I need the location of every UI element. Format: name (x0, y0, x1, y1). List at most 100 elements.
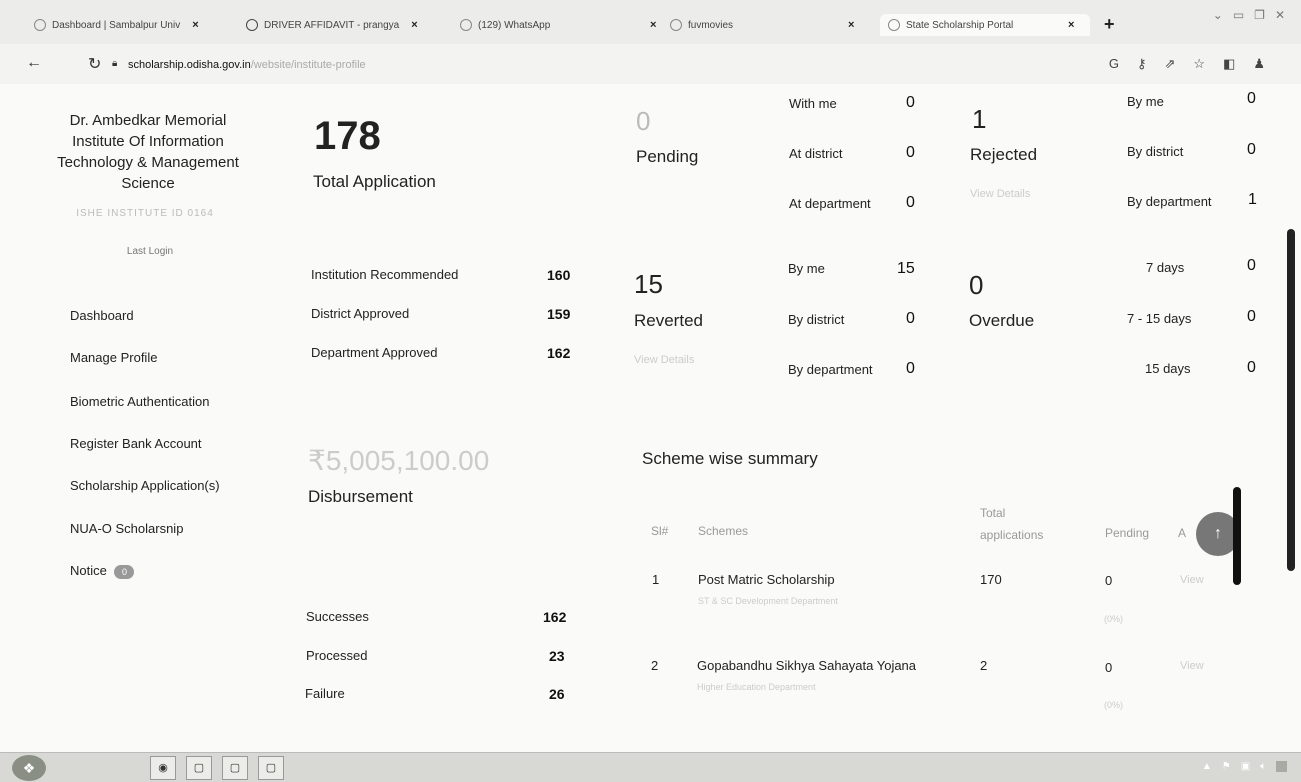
app-icon: ▢ (229, 762, 241, 774)
globe-icon (34, 19, 46, 31)
approval-value: 159 (547, 306, 571, 322)
tab-title: State Scholarship Portal (906, 19, 1014, 31)
pending-row-value: 0 (906, 194, 915, 211)
payment-value: 23 (549, 648, 565, 664)
rejected-label: Rejected (970, 145, 1038, 164)
pending-label: Pending (636, 147, 699, 166)
app-icon: ▢ (265, 762, 277, 774)
last-login: Last Login (126, 246, 174, 257)
pending-row-value: 0 (906, 94, 915, 111)
notice-count-badge: 0 (114, 564, 135, 579)
taskbar-app-button[interactable]: ▢ (258, 756, 284, 780)
back-arrow-icon[interactable]: ← (26, 54, 42, 72)
rejected-row-label: By department (1127, 194, 1212, 209)
total-applications-count: 178 (314, 114, 381, 158)
sidebar-item-dashboard[interactable]: Dashboard (70, 308, 134, 323)
rejected-view-details-link[interactable]: View Details (970, 188, 1030, 200)
tab-state-scholarship-portal[interactable]: State Scholarship Portal × (880, 14, 1090, 36)
payment-label: Processed (306, 648, 368, 663)
tab-fuvmovies[interactable]: fuvmovies × (670, 14, 866, 36)
tab-title: DRIVER AFFIDAVIT - prangya (264, 19, 400, 31)
tray-arrow-icon[interactable]: ▲ (1202, 761, 1212, 772)
scheme-name: Post Matric Scholarship (698, 572, 835, 587)
reverted-row-label: By district (788, 312, 845, 327)
flag-icon[interactable]: ⚑ (1222, 761, 1231, 772)
minimize-icon[interactable]: ▭ (1233, 8, 1244, 22)
rejected-row-label: By district (1127, 144, 1184, 159)
volume-icon[interactable]: 🔈︎ (1260, 761, 1266, 772)
star-icon[interactable]: ☆ (1193, 56, 1205, 72)
taskbar: ❖ ◉ ▢ ▢ ▢ ▲ ⚑ ▣ 🔈︎ (0, 752, 1301, 782)
profile-icon[interactable]: ♟ (1253, 56, 1265, 72)
dashboard-page: Dr. Ambedkar Memorial Institute Of Infor… (0, 84, 1301, 752)
taskbar-app-button[interactable]: ▢ (186, 756, 212, 780)
url-field[interactable]: scholarship.odisha.gov.in/website/instit… (128, 59, 366, 71)
scheme-pending-percent: (0%) (1104, 614, 1124, 624)
tab-title: fuvmovies (688, 19, 734, 31)
key-icon[interactable]: ⚷ (1137, 56, 1147, 72)
scheme-total: 2 (980, 658, 988, 673)
scheme-view-link[interactable]: View (1180, 660, 1204, 672)
institute-name: Dr. Ambedkar Memorial Institute Of Infor… (57, 112, 239, 192)
reverted-row-value: 0 (906, 360, 915, 377)
sidebar-item-notice[interactable]: Notice 0 (70, 563, 135, 579)
lock-icon[interactable]: 🔒︎ (112, 58, 117, 69)
start-button[interactable]: ❖ (12, 755, 46, 781)
tab-whatsapp[interactable]: (129) WhatsApp × (460, 14, 660, 36)
tab-gmail-affidavit[interactable]: DRIVER AFFIDAVIT - prangya × (246, 14, 446, 36)
close-tab-icon[interactable]: × (1068, 19, 1074, 31)
close-tab-icon[interactable]: × (411, 19, 417, 31)
overdue-label: Overdue (969, 311, 1035, 330)
network-icon[interactable]: ▣ (1241, 761, 1250, 772)
app-icon: ▢ (193, 762, 205, 774)
sidebar-item-biometric-authentication[interactable]: Biometric Authentication (70, 394, 209, 409)
rejected-row-value: 0 (1247, 90, 1256, 107)
taskbar-app-button[interactable]: ▢ (222, 756, 248, 780)
approval-label: Department Approved (311, 345, 438, 360)
close-tab-icon[interactable]: × (848, 19, 854, 31)
close-window-icon[interactable]: ✕ (1275, 8, 1285, 22)
approval-label: Institution Recommended (311, 267, 459, 282)
reverted-view-details-link[interactable]: View Details (634, 354, 694, 366)
rejected-row-label: By me (1127, 94, 1164, 109)
sidebar-item-nua-o-scholarship[interactable]: NUA-O Scholarsnip (70, 521, 183, 536)
sidebar-item-register-bank-account[interactable]: Register Bank Account (70, 436, 202, 451)
overdue-row-label: 15 days (1145, 361, 1191, 376)
pending-row-value: 0 (906, 144, 915, 161)
translate-icon[interactable]: G (1109, 56, 1119, 72)
reverted-row-value: 15 (897, 260, 915, 277)
new-tab-button[interactable]: + (1104, 14, 1115, 35)
disbursement-amount: ₹5,005,100.00 (308, 445, 490, 476)
reverted-count: 15 (634, 269, 663, 299)
close-tab-icon[interactable]: × (650, 19, 656, 31)
scheme-pending-percent: (0%) (1104, 700, 1124, 710)
sidebar-item-scholarship-applications[interactable]: Scholarship Application(s) (70, 478, 220, 493)
payment-value: 26 (549, 686, 565, 702)
close-tab-icon[interactable]: × (192, 19, 198, 31)
sidebar-item-manage-profile[interactable]: Manage Profile (70, 350, 157, 365)
column-header-total-applications: Total applications (980, 506, 1044, 542)
column-header-action: A (1178, 526, 1187, 540)
approval-label: District Approved (311, 306, 410, 321)
share-icon[interactable]: ⇗ (1164, 56, 1175, 72)
table-scrollbar[interactable] (1233, 487, 1241, 585)
sidebar-panel-icon[interactable]: ◧ (1223, 56, 1235, 72)
page-scrollbar[interactable] (1287, 229, 1295, 571)
scheme-pending: 0 (1105, 660, 1113, 675)
emblem-icon (888, 19, 900, 31)
browser-tab-bar: Dashboard | Sambalpur Univ × DRIVER AFFI… (0, 0, 1301, 44)
clock[interactable] (1276, 761, 1287, 772)
scheme-view-link[interactable]: View (1180, 574, 1204, 586)
taskbar-chrome-button[interactable]: ◉ (150, 756, 176, 780)
scheme-department: ST & SC Development Department (698, 596, 838, 606)
pending-row-label: At district (789, 146, 843, 161)
pending-row-label: At department (789, 196, 871, 211)
reload-icon[interactable]: ↻ (88, 54, 101, 74)
tab-sambalpur-dashboard[interactable]: Dashboard | Sambalpur Univ × (34, 14, 240, 36)
arrow-up-icon: ↑ (1214, 525, 1222, 542)
address-bar-icons: G ⚷ ⇗ ☆ ◧ ♟ (1109, 56, 1265, 72)
disbursement-label: Disbursement (308, 487, 413, 506)
restore-icon[interactable]: ❐ (1254, 8, 1265, 22)
chevron-down-icon[interactable]: ⌄ (1213, 8, 1223, 22)
payment-label: Successes (306, 609, 369, 624)
